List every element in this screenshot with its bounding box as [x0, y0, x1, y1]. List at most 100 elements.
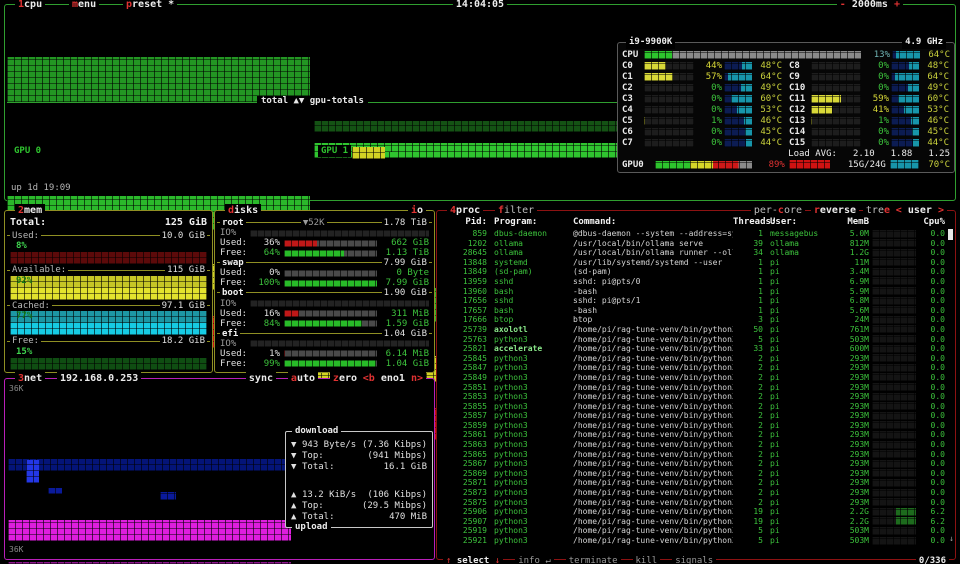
- net-tab[interactable]: 3net: [15, 372, 46, 385]
- net-sync-button[interactable]: sync: [245, 372, 276, 385]
- disk-usage-row: Used: 0% 0 Byte: [220, 268, 429, 279]
- core-usage-bar: [644, 127, 694, 136]
- header-pid[interactable]: Pid:: [441, 217, 487, 228]
- process-cpu-graph: [872, 344, 916, 353]
- disk-usage-bar: [284, 350, 377, 358]
- proc-filter-button[interactable]: filter: [495, 204, 538, 217]
- process-row[interactable]: 25865 python3 /home/pi/rag-tune-venv/bin…: [441, 450, 945, 459]
- header-cpu[interactable]: Cpu%: [919, 217, 945, 228]
- process-row[interactable]: 17656 sshd sshd: pi@pts/1 1 pi 6.8M 0.0: [441, 296, 945, 305]
- proc-percore-toggle[interactable]: per-core: [750, 204, 805, 217]
- proc-tree-toggle[interactable]: tree: [862, 204, 893, 217]
- mem-meter-percent: 8%: [16, 241, 27, 251]
- process-row[interactable]: 1202 ollama /usr/local/bin/ollama serve …: [441, 239, 945, 248]
- net-interface-switcher[interactable]: <b eno1 n>: [359, 372, 426, 385]
- download-stat-row: ▼ Total: 16.1 GiB: [291, 461, 427, 472]
- disks-io-toggle[interactable]: io: [407, 204, 426, 217]
- rate-plus-button[interactable]: +: [894, 0, 900, 10]
- process-row[interactable]: 25821 accelerate /home/pi/rag-tune-venv/…: [441, 344, 945, 353]
- process-cpu-graph: [872, 469, 916, 478]
- header-command[interactable]: Command:: [573, 217, 733, 228]
- process-row[interactable]: 25739 axolotl /home/pi/rag-tune-venv/bin…: [441, 325, 945, 334]
- refresh-rate-control[interactable]: - 2000ms +: [836, 0, 903, 11]
- proc-scrollbar-thumb[interactable]: [948, 229, 953, 240]
- process-row[interactable]: 25853 python3 /home/pi/rag-tune-venv/bin…: [441, 392, 945, 401]
- proc-table-header: Pid: Program: Command: Threads: User: Me…: [441, 217, 945, 228]
- process-row[interactable]: 25907 python3 /home/pi/rag-tune-venv/bin…: [441, 517, 945, 526]
- process-row[interactable]: 25867 python3 /home/pi/rag-tune-venv/bin…: [441, 459, 945, 468]
- process-row[interactable]: 25763 python3 /home/pi/rag-tune-venv/bin…: [441, 335, 945, 344]
- process-row[interactable]: 25859 python3 /home/pi/rag-tune-venv/bin…: [441, 421, 945, 430]
- process-row[interactable]: 25849 python3 /home/pi/rag-tune-venv/bin…: [441, 373, 945, 382]
- core-usage-bar: [811, 138, 861, 147]
- process-row[interactable]: 13848 systemd /usr/lib/systemd/systemd -…: [441, 258, 945, 267]
- process-row[interactable]: 25855 python3 /home/pi/rag-tune-venv/bin…: [441, 402, 945, 411]
- mem-meter-percent: 92%: [16, 275, 33, 286]
- disks-tab[interactable]: disks: [225, 204, 262, 217]
- graph-notch: [715, 180, 742, 199]
- process-row[interactable]: 17666 btop btop 3 pi 24M 0.0: [441, 315, 945, 324]
- process-row[interactable]: 25857 python3 /home/pi/rag-tune-venv/bin…: [441, 411, 945, 420]
- process-row[interactable]: 28645 ollama /usr/local/bin/ollama runne…: [441, 248, 945, 257]
- signals-button[interactable]: signals: [672, 556, 717, 564]
- kill-button[interactable]: kill: [632, 556, 661, 564]
- upload-stats: ▲ 13.2 KiB/s (106 Kibps) ▲ Top: (29.5 Mi…: [291, 489, 427, 522]
- mem-meter-graph: 77%: [10, 311, 207, 336]
- info-button[interactable]: info ↵: [515, 556, 554, 564]
- process-cpu-graph: [872, 488, 916, 497]
- select-control[interactable]: ↑ select ↓: [443, 556, 504, 564]
- process-row[interactable]: 25871 python3 /home/pi/rag-tune-venv/bin…: [441, 478, 945, 487]
- process-cpu-graph: [872, 440, 916, 449]
- core-temp-graph: [891, 127, 919, 136]
- proc-reverse-toggle[interactable]: reverse: [810, 204, 859, 217]
- process-row[interactable]: 17657 bash -bash 1 pi 5.6M 0.0: [441, 306, 945, 315]
- process-row[interactable]: 25906 python3 /home/pi/rag-tune-venv/bin…: [441, 507, 945, 516]
- header-user[interactable]: User:: [763, 217, 829, 228]
- header-memb[interactable]: MemB: [829, 217, 869, 228]
- cpu-freq-label: 4.9 GHz: [902, 36, 946, 49]
- process-row[interactable]: 25861 python3 /home/pi/rag-tune-venv/bin…: [441, 430, 945, 439]
- clock: 14:04:05: [452, 0, 508, 11]
- process-row[interactable]: 25851 python3 /home/pi/rag-tune-venv/bin…: [441, 383, 945, 392]
- core-row: C5 1% 46°C C13 1% 46°C: [622, 115, 949, 126]
- rate-minus-button[interactable]: -: [840, 0, 846, 10]
- terminate-button[interactable]: terminate: [565, 556, 621, 564]
- process-cpu-graph: [872, 459, 916, 468]
- process-cpu-graph: [872, 248, 916, 257]
- process-row[interactable]: 25919 python3 /home/pi/rag-tune-venv/bin…: [441, 526, 945, 535]
- net-zero-button[interactable]: zero: [329, 372, 360, 385]
- process-row[interactable]: 25847 python3 /home/pi/rag-tune-venv/bin…: [441, 363, 945, 372]
- preset-button[interactable]: preset *: [123, 0, 178, 11]
- proc-tab[interactable]: 4proc: [447, 204, 484, 217]
- core-temp-graph: [891, 116, 919, 125]
- process-row[interactable]: 25845 python3 /home/pi/rag-tune-venv/bin…: [441, 354, 945, 363]
- process-cpu-graph: [872, 450, 916, 459]
- mem-tab[interactable]: 2mem: [15, 204, 46, 217]
- process-row[interactable]: 859 dbus-daemon @dbus-daemon --system --…: [441, 229, 945, 238]
- process-row[interactable]: 25869 python3 /home/pi/rag-tune-venv/bin…: [441, 469, 945, 478]
- net-auto-button[interactable]: auto: [287, 372, 318, 385]
- process-row[interactable]: 25863 python3 /home/pi/rag-tune-venv/bin…: [441, 440, 945, 449]
- cpu-total-usage-bar: [644, 50, 861, 59]
- process-row[interactable]: 13960 bash -bash 1 pi 5.9M 0.0: [441, 287, 945, 296]
- process-row[interactable]: 25873 python3 /home/pi/rag-tune-venv/bin…: [441, 488, 945, 497]
- process-row[interactable]: 13959 sshd sshd: pi@pts/0 1 pi 6.9M 0.0: [441, 277, 945, 286]
- process-row[interactable]: 25921 python3 /home/pi/rag-tune-venv/bin…: [441, 536, 945, 545]
- process-row[interactable]: 25875 python3 /home/pi/rag-tune-venv/bin…: [441, 498, 945, 507]
- cpu-tab[interactable]: 1cpu: [15, 0, 46, 11]
- proc-sort-selector[interactable]: < user >: [892, 204, 947, 217]
- core-usage-bar: [644, 61, 694, 70]
- header-program[interactable]: Program:: [487, 217, 573, 228]
- scroll-down-icon[interactable]: ↓: [949, 534, 954, 543]
- core-temp-graph: [724, 116, 752, 125]
- header-threads[interactable]: Threads:: [733, 217, 776, 228]
- load-avg-row: Load AVG: 2.10 1.88 1.25: [788, 148, 950, 159]
- graph-mode-toggle[interactable]: total ▲▼ gpu-totals: [257, 96, 368, 106]
- menu-button[interactable]: menu: [69, 0, 100, 11]
- mem-total-row: Total: 125 GiB: [10, 217, 207, 228]
- down-arrow-icon: ▼: [291, 461, 297, 472]
- process-row[interactable]: 13849 (sd-pam) (sd-pam) 1 pi 3.4M 0.0: [441, 267, 945, 276]
- process-cpu-graph: [872, 507, 916, 516]
- mem-meter-divider: Cached: 97.1 GiB: [7, 300, 210, 311]
- core-row: C4 0% 53°C C12 41% 53°C: [622, 104, 949, 115]
